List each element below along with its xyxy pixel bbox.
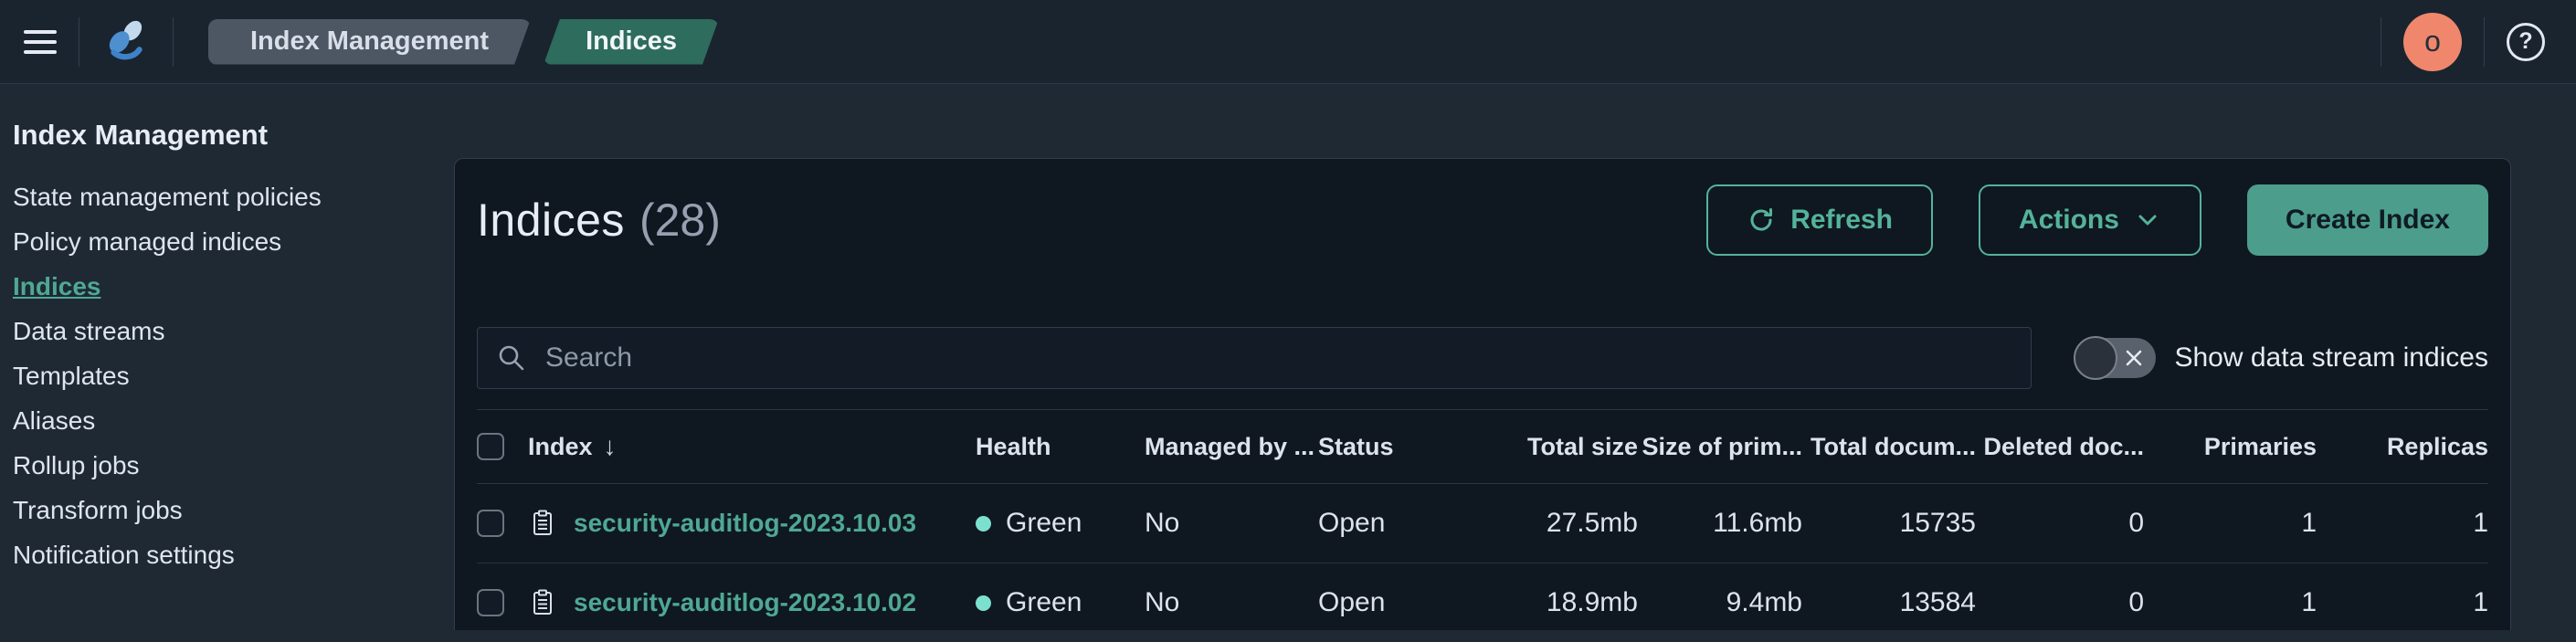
actions-button[interactable]: Actions — [1978, 184, 2201, 256]
data-stream-toggle[interactable] — [2074, 336, 2157, 380]
separator — [173, 16, 174, 67]
column-header-total-documents[interactable]: Total docum... — [1802, 433, 1976, 461]
table-header-row: Index ↓ Health Managed by ... Status Tot… — [477, 409, 2488, 484]
sidebar-item-data-streams[interactable]: Data streams — [13, 317, 436, 362]
table-row: security-auditlog-2023.10.03 Green No Op… — [477, 484, 2488, 563]
column-header-health[interactable]: Health — [976, 433, 1145, 461]
breadcrumb-indices[interactable]: Indices — [544, 19, 719, 65]
create-index-button[interactable]: Create Index — [2246, 184, 2488, 256]
separator — [2484, 16, 2485, 67]
sidebar-item-policy-managed-indices[interactable]: Policy managed indices — [13, 227, 436, 272]
help-icon[interactable]: ? — [2507, 22, 2545, 61]
column-header-replicas[interactable]: Replicas — [2317, 433, 2488, 461]
breadcrumb: Index Management Indices — [208, 19, 719, 65]
primaries-cell: 1 — [2301, 508, 2317, 538]
sort-desc-icon: ↓ — [603, 432, 617, 460]
refresh-icon — [1750, 208, 1773, 231]
status-cell: Open — [1318, 508, 1386, 538]
total-size-cell: 27.5mb — [1546, 508, 1638, 538]
managed-by-cell: No — [1145, 587, 1180, 617]
managed-by-cell: No — [1145, 508, 1180, 538]
switch-off-icon — [2127, 350, 2142, 366]
chevron-down-icon — [2138, 215, 2157, 226]
sidebar: Index Management State management polici… — [0, 84, 454, 630]
sidebar-item-transform-jobs[interactable]: Transform jobs — [13, 496, 436, 541]
status-cell: Open — [1318, 587, 1386, 617]
clipboard-icon — [533, 510, 552, 535]
size-of-primaries-cell: 11.6mb — [1713, 508, 1802, 538]
toggle-label: Show data stream indices — [2174, 342, 2488, 373]
search-box — [477, 327, 2032, 389]
sidebar-item-templates[interactable]: Templates — [13, 362, 436, 406]
search-input[interactable] — [544, 342, 2013, 374]
sidebar-item-rollup-jobs[interactable]: Rollup jobs — [13, 451, 436, 496]
row-checkbox[interactable] — [477, 589, 504, 616]
total-documents-cell: 13584 — [1899, 587, 1976, 617]
search-icon — [499, 345, 524, 371]
health-cell: Green — [976, 508, 1145, 539]
replicas-cell: 1 — [2473, 587, 2488, 617]
column-header-size-of-primaries[interactable]: Size of prim... — [1638, 433, 1802, 461]
user-avatar[interactable]: o — [2403, 12, 2462, 71]
clipboard-icon — [533, 589, 552, 615]
deleted-documents-cell: 0 — [2128, 508, 2144, 538]
column-header-total-size[interactable]: Total size — [1455, 433, 1638, 461]
breadcrumb-index-management[interactable]: Index Management — [208, 19, 531, 65]
page-title: Indices — [477, 195, 625, 246]
total-size-cell: 18.9mb — [1546, 587, 1638, 617]
total-documents-cell: 15735 — [1899, 508, 1976, 538]
replicas-cell: 1 — [2473, 508, 2488, 538]
deleted-documents-cell: 0 — [2128, 587, 2144, 617]
sidebar-item-state-management-policies[interactable]: State management policies — [13, 183, 436, 227]
sidebar-item-indices[interactable]: Indices — [13, 272, 436, 317]
select-all-checkbox[interactable] — [477, 433, 504, 460]
column-header-managed-by[interactable]: Managed by ... — [1145, 433, 1318, 461]
indices-table: Index ↓ Health Managed by ... Status Tot… — [477, 409, 2488, 642]
size-of-primaries-cell: 9.4mb — [1726, 587, 1802, 617]
primaries-cell: 1 — [2301, 587, 2317, 617]
health-dot-green — [976, 515, 991, 531]
index-link[interactable]: security-auditlog-2023.10.03 — [574, 509, 916, 538]
column-header-status[interactable]: Status — [1318, 433, 1455, 461]
column-header-primaries[interactable]: Primaries — [2144, 433, 2317, 461]
sidebar-nav: State management policies Policy managed… — [13, 183, 436, 585]
topbar-actions: o ? — [2359, 12, 2545, 71]
opensearch-logo[interactable] — [101, 17, 151, 67]
menu-icon[interactable] — [24, 29, 57, 54]
sidebar-item-aliases[interactable]: Aliases — [13, 406, 436, 451]
table-row: security-auditlog-2023.10.02 Green No Op… — [477, 563, 2488, 642]
column-header-index[interactable]: Index ↓ — [528, 432, 976, 461]
column-header-deleted-documents[interactable]: Deleted doc... — [1976, 433, 2144, 461]
sidebar-item-notification-settings[interactable]: Notification settings — [13, 541, 436, 585]
health-cell: Green — [976, 587, 1145, 618]
health-dot-green — [976, 595, 991, 611]
indices-panel: Indices (28) Refresh Actions Create Inde… — [454, 158, 2511, 630]
top-navigation-bar: Index Management Indices o ? — [0, 0, 2576, 84]
refresh-button[interactable]: Refresh — [1706, 184, 1933, 256]
row-checkbox[interactable] — [477, 510, 504, 537]
index-link[interactable]: security-auditlog-2023.10.02 — [574, 588, 916, 617]
sidebar-title: Index Management — [13, 119, 269, 151]
index-count: (28) — [639, 195, 721, 246]
